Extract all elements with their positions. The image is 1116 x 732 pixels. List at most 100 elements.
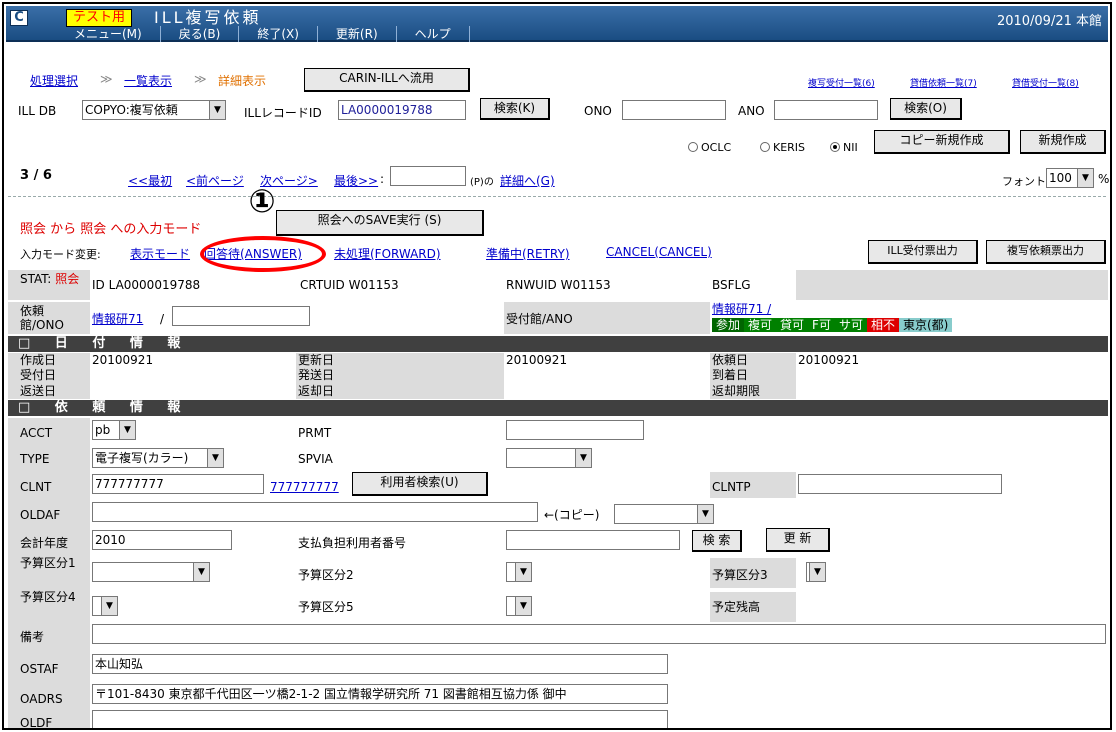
menu-item-back[interactable]: 戻る(B) — [161, 26, 240, 42]
copy-label: ←(コピー) — [544, 508, 600, 522]
chevron-down-icon: ▼ — [575, 449, 591, 467]
pager-colon: : — [380, 172, 385, 186]
date-library: 2010/09/21 本館 — [996, 14, 1102, 29]
prmt-label: PRMT — [298, 426, 332, 440]
mode-link-display[interactable]: 表示モード — [130, 245, 190, 262]
spvia-label: SPVIA — [298, 452, 333, 466]
date-section-header: □ 日 付 情 報 — [8, 336, 1108, 352]
acct-select[interactable]: pb ▼ — [92, 420, 136, 440]
fiscal-label: 会計年度 — [20, 536, 69, 550]
prmt-input[interactable] — [506, 420, 644, 440]
link-copy-received[interactable]: 複写受付一覧(6) — [808, 76, 875, 89]
ill-receipt-button[interactable]: ILL受付票出力 — [868, 240, 978, 264]
record-id-input[interactable]: LA0000019788 — [338, 100, 466, 120]
oldaf-input[interactable] — [92, 502, 538, 522]
budget3-label: 予算区分3 — [712, 568, 768, 582]
mode-link-cancel[interactable]: CANCEL(CANCEL) — [606, 245, 712, 259]
tag-mutual-ng: 相不 — [866, 318, 899, 332]
oldf-input[interactable] — [92, 710, 668, 728]
chevron-down-icon: ▼ — [515, 597, 531, 615]
budget1-select[interactable]: ▼ — [92, 562, 210, 582]
fiscal-input[interactable]: 2010 — [92, 530, 232, 550]
mode-link-forward[interactable]: 未処理(FORWARD) — [334, 245, 441, 262]
ono-detail-input[interactable] — [172, 306, 310, 326]
clntp-input[interactable] — [798, 474, 1002, 494]
breadcrumb-list[interactable]: 一覧表示 — [124, 72, 172, 89]
spvia-select[interactable]: ▼ — [506, 448, 592, 468]
link-loan-received[interactable]: 貸借受付一覧(8) — [1012, 76, 1079, 89]
pager-suffix: (P)の — [470, 177, 494, 188]
id-field: ID LA0000019788 — [92, 278, 201, 292]
request-section-header: □ 依 頼 情 報 — [8, 400, 1108, 416]
tag-s-ok: サ可 — [834, 318, 867, 332]
ono-label: ONO — [584, 104, 612, 118]
menu-item-help[interactable]: ヘルプ — [397, 26, 470, 42]
app-window: C テスト用 ILL複写依頼 2010/09/21 本館 メニュー(M) 戻る(… — [2, 2, 1112, 730]
pager-detail[interactable]: 詳細へ(G) — [500, 172, 555, 189]
link-loan-requests[interactable]: 貸借依頼一覧(7) — [910, 76, 977, 89]
search-k-button[interactable]: 検索(K) — [480, 98, 550, 120]
pager-first[interactable]: <<最初 — [128, 172, 172, 189]
budget2-select[interactable]: ▼ — [506, 562, 532, 582]
ill-db-select[interactable]: COPYO:複写依頼 ▼ — [82, 100, 226, 120]
radio-nii[interactable]: NII — [830, 141, 858, 154]
divider — [8, 196, 1106, 197]
mode-link-retry[interactable]: 準備中(RETRY) — [486, 245, 570, 262]
menu-item-menu[interactable]: メニュー(M) — [56, 26, 161, 42]
menu-item-exit[interactable]: 終了(X) — [239, 26, 318, 42]
radio-keris[interactable]: KERIS — [760, 141, 805, 154]
chevron-down-icon: ▼ — [515, 563, 531, 581]
font-size-select[interactable]: 100 ▼ — [1046, 168, 1094, 188]
payer-input[interactable] — [506, 530, 680, 550]
menu-item-refresh[interactable]: 更新(R) — [318, 26, 397, 42]
ono-input[interactable] — [622, 100, 726, 120]
budget5-label: 予算区分5 — [298, 600, 354, 614]
clnt-input[interactable]: 777777777 — [92, 474, 264, 494]
breadcrumb-separator: ≫ — [100, 72, 113, 86]
budget2-label: 予算区分2 — [298, 568, 354, 582]
rcv-lib-label: 受付館/ANO — [506, 312, 573, 326]
tag-copy-ok: 複可 — [744, 318, 777, 332]
oadrs-input[interactable]: 〒101-8430 東京都千代田区一ツ橋2-1-2 国立情報学研究所 71 図書… — [92, 684, 668, 704]
user-search-button[interactable]: 利用者検索(U) — [352, 472, 488, 496]
pager-last[interactable]: 最後>> — [334, 172, 378, 189]
updated-value: 20100921 — [506, 353, 568, 367]
type-select[interactable]: 電子複写(カラー) ▼ — [92, 448, 224, 468]
save-button[interactable]: 照会へのSAVE実行 (S) — [276, 210, 484, 236]
chevron-down-icon: ▼ — [809, 563, 825, 581]
budget5-select[interactable]: ▼ — [506, 596, 532, 616]
copy-select[interactable]: ▼ — [614, 504, 714, 524]
window-title: ILL複写依頼 — [154, 8, 262, 27]
ostaf-input[interactable]: 本山知弘 — [92, 654, 668, 674]
radio-oclc[interactable]: OCLC — [688, 141, 731, 154]
stat-label: STAT: 照会 — [20, 272, 80, 286]
req-lib-label: 依頼館/ONO — [20, 304, 64, 332]
percent-label: % — [1098, 172, 1110, 186]
requested-value: 20100921 — [798, 353, 860, 367]
budget4-select[interactable]: ▼ — [92, 596, 118, 616]
record-id-label: ILLレコードID — [244, 106, 322, 120]
copy-new-button[interactable]: コピー新規作成 — [874, 130, 1010, 154]
arrived-label: 到着日 — [712, 368, 749, 382]
chevron-down-icon: ▼ — [119, 421, 135, 439]
clnt-link[interactable]: 777777777 — [270, 480, 339, 494]
mode-change-label: 入力モード変更: — [20, 248, 101, 261]
req-lib-link[interactable]: 情報研71 — [92, 312, 143, 326]
copy-request-button[interactable]: 複写依頼票出力 — [986, 240, 1106, 264]
carin-ill-button[interactable]: CARIN-ILLへ流用 — [304, 68, 470, 92]
budget3-select[interactable]: ▼ — [806, 562, 826, 582]
page-input[interactable] — [390, 166, 466, 186]
note-input[interactable] — [92, 624, 1106, 644]
clntp-label: CLNTP — [712, 480, 751, 494]
payer-search-button[interactable]: 検 索 — [692, 530, 742, 552]
ano-input[interactable] — [774, 100, 878, 120]
return-due-label: 返却期限 — [712, 384, 761, 398]
pager-prev[interactable]: <前ページ — [186, 172, 244, 189]
search-o-button[interactable]: 検索(O) — [890, 98, 962, 120]
payer-update-button[interactable]: 更 新 — [766, 528, 830, 552]
tag-f-ok: F可 — [808, 318, 835, 332]
new-button[interactable]: 新規作成 — [1020, 130, 1106, 154]
breadcrumb-select[interactable]: 処理選択 — [30, 72, 78, 89]
rcv-lib-link[interactable]: 情報研71 / — [712, 302, 771, 316]
ano-label: ANO — [738, 104, 765, 118]
